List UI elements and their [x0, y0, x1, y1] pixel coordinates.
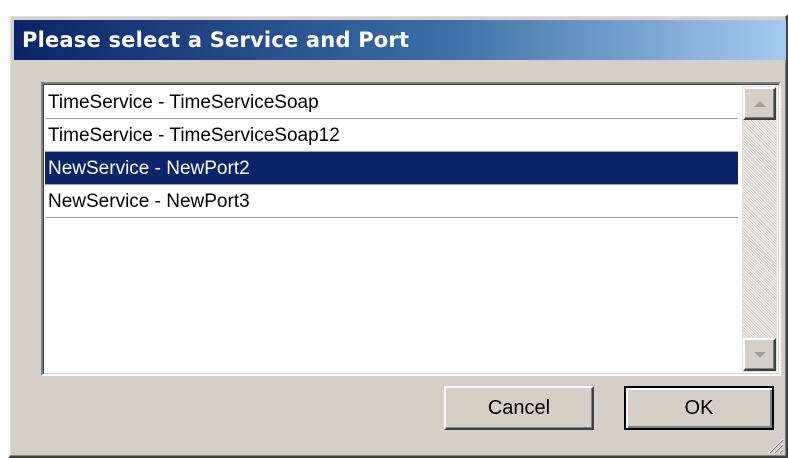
list-item[interactable]: TimeService - TimeServiceSoap12: [45, 119, 738, 152]
scroll-down-arrow-icon: [753, 351, 766, 358]
scroll-up-button[interactable]: [743, 87, 776, 120]
scroll-down-button[interactable]: [743, 338, 776, 371]
resize-grip-icon[interactable]: [766, 436, 784, 454]
service-port-dialog: Please select a Service and Port TimeSer…: [8, 14, 788, 458]
list-item-selected[interactable]: NewService - NewPort2: [45, 152, 738, 185]
service-port-listbox[interactable]: TimeService - TimeServiceSoap TimeServic…: [41, 82, 781, 376]
vertical-scrollbar[interactable]: [742, 86, 777, 372]
ok-button[interactable]: OK: [624, 386, 774, 430]
cancel-button[interactable]: Cancel: [444, 386, 594, 430]
list-item[interactable]: TimeService - TimeServiceSoap: [45, 86, 738, 119]
list-items-container: TimeService - TimeServiceSoap TimeServic…: [45, 86, 738, 372]
list-item[interactable]: NewService - NewPort3: [45, 185, 738, 218]
dialog-title: Please select a Service and Port: [22, 28, 410, 52]
title-bar[interactable]: Please select a Service and Port: [14, 20, 786, 60]
scroll-up-arrow-icon: [753, 100, 766, 107]
